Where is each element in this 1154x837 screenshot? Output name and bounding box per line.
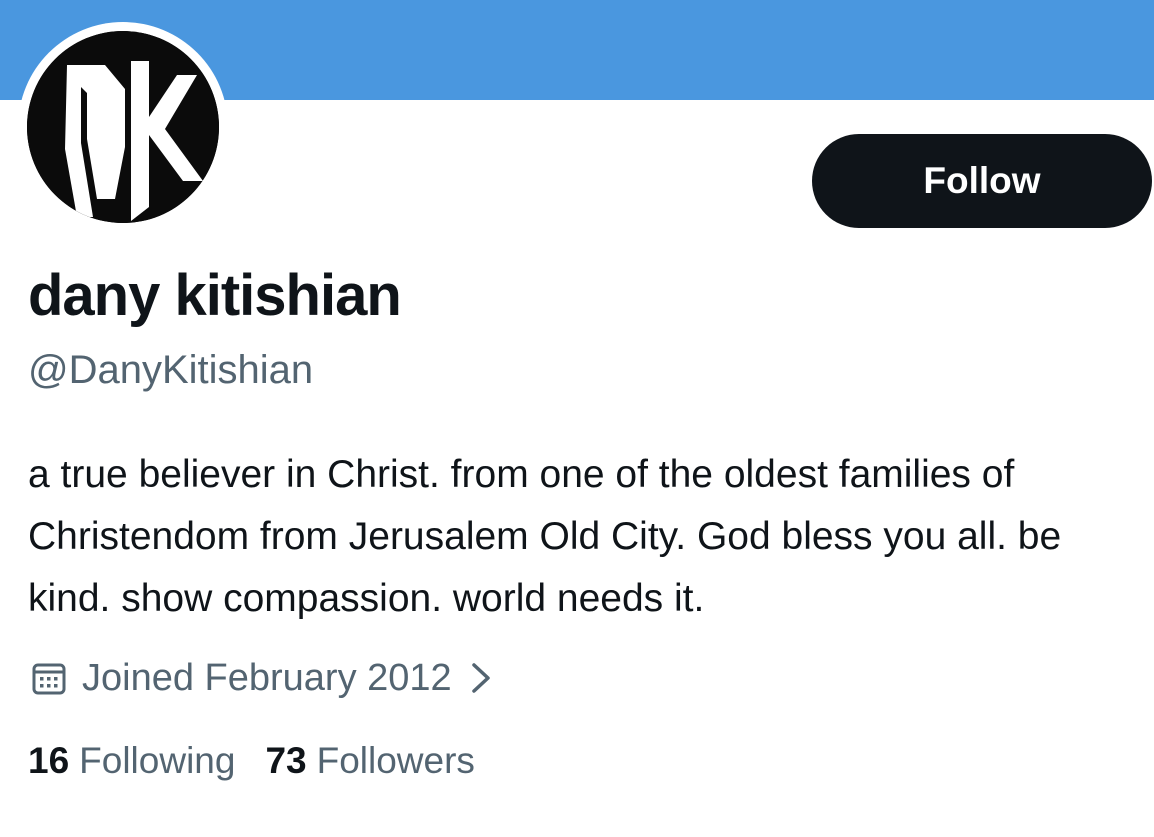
user-handle: @DanyKitishian [28,348,314,392]
display-name: dany kitishian [28,263,402,328]
dk-logo-icon [27,31,219,223]
followers-count: 73 [265,740,307,781]
profile-bio: a true believer in Christ. from one of t… [28,453,1062,620]
follow-stats: 16 Following 73 Followers [28,740,505,782]
joined-date-text: Joined February 2012 [82,656,452,699]
calendar-icon [30,659,68,697]
followers-label: Followers [316,740,475,781]
follow-button[interactable]: Follow [812,134,1152,228]
following-count: 16 [28,740,70,781]
followers-link[interactable]: 73 Followers [265,740,474,782]
avatar[interactable] [27,31,219,223]
chevron-right-icon [470,661,492,695]
following-label: Following [79,740,236,781]
following-link[interactable]: 16 Following [28,740,235,782]
joined-date-row[interactable]: Joined February 2012 [30,654,492,702]
